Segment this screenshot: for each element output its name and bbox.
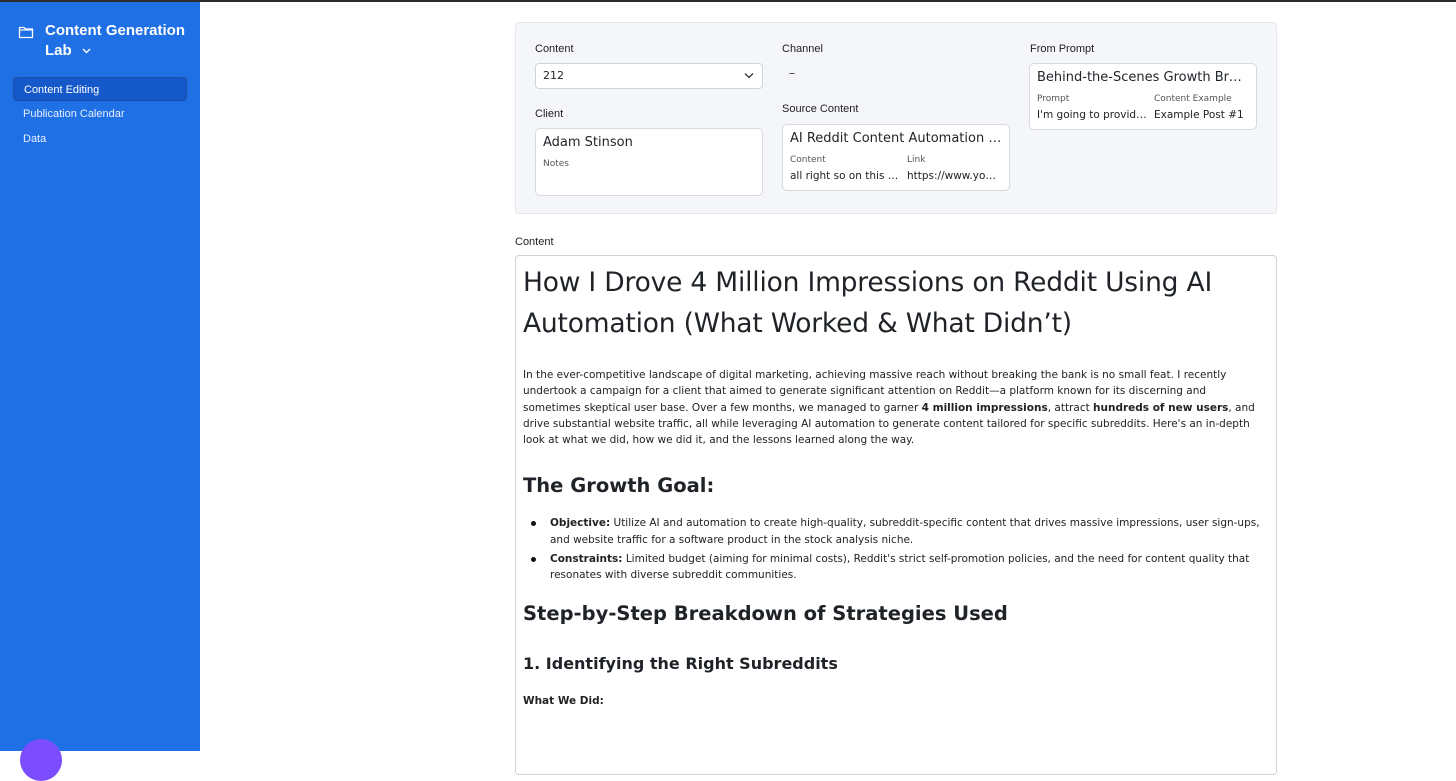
avatar[interactable] bbox=[20, 739, 62, 781]
content-example-label: Content Example bbox=[1154, 94, 1232, 104]
list-item: Constraints: Limited budget (aiming for … bbox=[523, 551, 1261, 584]
list-item-text: Limited budget (aiming for minimal costs… bbox=[550, 553, 1250, 582]
window-top-border bbox=[0, 0, 1456, 2]
intro-bold-text: hundreds of new users bbox=[1093, 401, 1229, 414]
what-we-did-label: What We Did: bbox=[523, 694, 604, 707]
client-card[interactable]: Adam Stinson Notes bbox=[535, 128, 763, 196]
source-content-field-label: Content bbox=[790, 155, 826, 165]
prompt-title: Behind-the-Scenes Growth Breakdown bbox=[1037, 70, 1249, 85]
sidebar: Content Generation Lab Content Editing P… bbox=[0, 2, 200, 781]
sidebar-nav: Content Editing Publication Calendar Dat… bbox=[13, 77, 187, 152]
client-name: Adam Stinson bbox=[543, 135, 633, 150]
document-title: How I Drove 4 Million Impressions on Red… bbox=[523, 267, 1213, 339]
channel-label: Channel bbox=[782, 43, 823, 55]
list-item-label: Objective: bbox=[550, 517, 611, 530]
source-link-value[interactable]: https://www.youtube.com bbox=[907, 170, 999, 182]
list-item-label: Constraints: bbox=[550, 553, 623, 566]
content-select-label: Content bbox=[535, 43, 574, 55]
sidebar-item-publication-calendar[interactable]: Publication Calendar bbox=[13, 102, 187, 126]
intro-text: , attract bbox=[1047, 401, 1094, 414]
chevron-down-icon bbox=[744, 73, 754, 79]
document-body: How I Drove 4 Million Impressions on Red… bbox=[523, 262, 1261, 707]
workspace-name: Content Generation Lab bbox=[45, 22, 186, 59]
client-label: Client bbox=[535, 108, 564, 120]
prompt-field-label: Prompt bbox=[1037, 94, 1070, 104]
heading-step-1: 1. Identifying the Right Subreddits bbox=[523, 653, 838, 673]
content-select-value: 212 bbox=[543, 69, 564, 82]
goal-list: Objective: Utilize AI and automation to … bbox=[523, 515, 1261, 583]
from-prompt-card[interactable]: Behind-the-Scenes Growth Breakdown Promp… bbox=[1029, 63, 1257, 130]
editor-label: Content bbox=[515, 236, 554, 248]
source-content-value: all right so on this video I'm going to bbox=[790, 170, 900, 182]
list-item: Objective: Utilize AI and automation to … bbox=[523, 515, 1261, 548]
intro-paragraph: In the ever-competitive landscape of dig… bbox=[523, 367, 1261, 448]
workspace-switcher[interactable]: Content Generation Lab bbox=[18, 21, 195, 61]
sidebar-item-content-editing[interactable]: Content Editing bbox=[13, 77, 187, 101]
heading-step-by-step: Step-by-Step Breakdown of Strategies Use… bbox=[523, 601, 1008, 625]
client-notes-label: Notes bbox=[543, 159, 569, 169]
sidebar-item-data[interactable]: Data bbox=[13, 127, 187, 151]
content-select[interactable]: 212 bbox=[535, 63, 763, 89]
content-editor[interactable]: How I Drove 4 Million Impressions on Red… bbox=[515, 255, 1277, 775]
source-content-card[interactable]: AI Reddit Content Automation Campaign Co… bbox=[782, 124, 1010, 191]
source-link-label: Link bbox=[907, 155, 926, 165]
source-content-label: Source Content bbox=[782, 103, 859, 115]
source-content-title: AI Reddit Content Automation Campaign bbox=[790, 131, 1002, 146]
from-prompt-label: From Prompt bbox=[1030, 43, 1095, 55]
channel-value: – bbox=[789, 66, 795, 80]
list-item-text: Utilize AI and automation to create high… bbox=[550, 517, 1260, 546]
heading-growth-goal: The Growth Goal: bbox=[523, 474, 715, 498]
intro-bold-text: 4 million impressions bbox=[921, 401, 1048, 414]
bullet-icon bbox=[531, 521, 536, 527]
content-example-value: Example Post #1 bbox=[1154, 109, 1244, 121]
chevron-down-icon bbox=[82, 48, 91, 54]
folder-icon bbox=[18, 26, 34, 39]
bullet-icon bbox=[531, 557, 536, 563]
content-details-panel: Content 212 Client Adam Stinson Notes Ch… bbox=[515, 22, 1277, 214]
prompt-field-value: I'm going to provide you with bbox=[1037, 109, 1147, 121]
